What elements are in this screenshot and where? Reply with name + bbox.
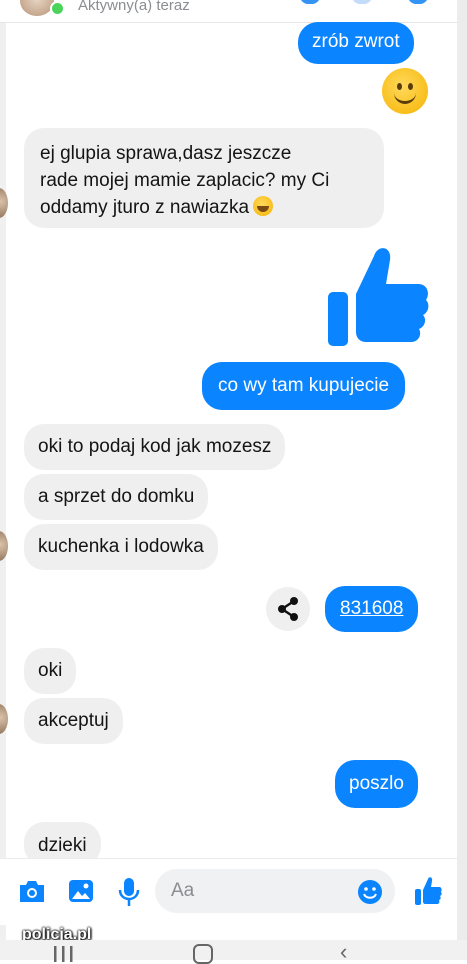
share-button[interactable] xyxy=(266,587,310,631)
message-text-line: rade mojej mamie zaplacic? my Ci xyxy=(40,170,330,191)
message-text: poszlo xyxy=(349,773,404,794)
camera-icon[interactable] xyxy=(17,877,47,905)
sender-avatar[interactable] xyxy=(0,531,8,561)
emoji-icon[interactable] xyxy=(357,879,383,905)
recent-apps-icon[interactable] xyxy=(52,944,74,962)
message-outgoing-link[interactable]: 831608 xyxy=(325,586,419,632)
video-call-icon[interactable] xyxy=(352,0,372,4)
chat-header: Aktywny(a) teraz xyxy=(0,0,457,23)
message-text: a sprzet do domku xyxy=(38,486,195,507)
message-input-placeholder: Aa xyxy=(171,880,195,901)
sender-avatar[interactable] xyxy=(0,188,8,218)
message-outgoing[interactable]: co wy tam kupujecie xyxy=(202,362,406,410)
smile-emoji-icon[interactable] xyxy=(382,68,428,114)
message-outgoing[interactable]: zrób zwrot xyxy=(298,22,414,64)
message-text: oki xyxy=(38,660,63,681)
message-outgoing[interactable]: poszlo xyxy=(335,760,418,808)
code-link[interactable]: 831608 xyxy=(340,598,403,619)
message-text: oki to podaj kod jak mozesz xyxy=(38,436,272,457)
info-icon[interactable] xyxy=(408,0,428,4)
message-incoming[interactable]: oki to podaj kod jak mozesz xyxy=(24,424,286,470)
message-text-line: ej glupia sprawa,dasz jeszcze xyxy=(40,143,292,164)
message-text: akceptuj xyxy=(38,710,109,731)
thumbs-up-icon[interactable] xyxy=(326,242,430,348)
message-incoming[interactable]: kuchenka i lodowka xyxy=(24,524,218,570)
message-input[interactable]: Aa xyxy=(155,869,395,913)
microphone-icon[interactable] xyxy=(118,877,140,907)
frame-left xyxy=(0,0,6,960)
message-incoming[interactable]: ej glupia sprawa,dasz jeszcze rade mojej… xyxy=(24,128,384,228)
active-status: Aktywny(a) teraz xyxy=(78,0,190,14)
back-icon[interactable]: ‹ xyxy=(340,941,347,963)
message-text: dzieki xyxy=(38,835,87,856)
contact-avatar[interactable] xyxy=(20,0,54,16)
emoji-mouth xyxy=(394,90,416,104)
thumbs-up-icon[interactable] xyxy=(414,876,442,906)
call-icon[interactable] xyxy=(300,0,320,4)
message-incoming[interactable]: oki xyxy=(24,648,77,694)
message-text: kuchenka i lodowka xyxy=(38,536,204,557)
online-indicator xyxy=(50,1,65,16)
frame-right xyxy=(457,0,467,960)
emoji-eye xyxy=(397,83,402,90)
message-incoming[interactable]: a sprzet do domku xyxy=(24,474,209,520)
message-text-line: oddamy jturo z nawiazka xyxy=(40,197,250,218)
sender-avatar[interactable] xyxy=(0,704,8,734)
gallery-icon[interactable] xyxy=(67,877,95,905)
grinning-emoji-icon xyxy=(253,196,274,216)
emoji-eye xyxy=(408,83,413,90)
share-icon xyxy=(278,597,298,621)
home-icon[interactable] xyxy=(193,944,213,964)
message-text: zrób zwrot xyxy=(312,31,400,52)
message-incoming[interactable]: akceptuj xyxy=(24,698,123,744)
message-text: co wy tam kupujecie xyxy=(218,375,390,396)
